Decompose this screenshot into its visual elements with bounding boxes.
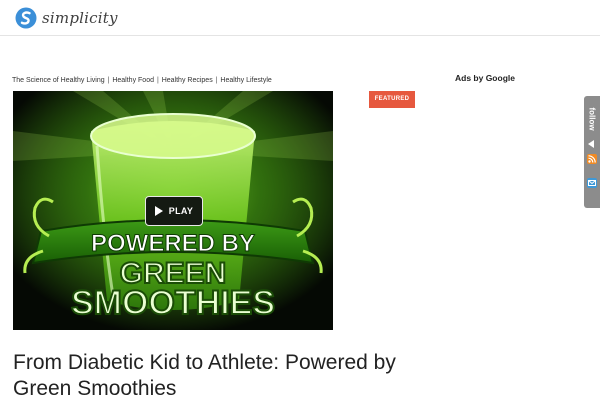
site-header: simplicity <box>0 0 600 36</box>
play-icon <box>154 206 163 216</box>
rss-icon[interactable] <box>587 154 597 164</box>
hero-text-line3: SMOOTHIES <box>71 284 275 322</box>
email-icon[interactable] <box>587 178 597 188</box>
follow-tab[interactable]: follow <box>584 96 600 208</box>
play-label: PLAY <box>168 206 194 216</box>
follow-label-wrap: follow <box>585 102 599 136</box>
logo-text: simplicity <box>42 9 118 27</box>
separator: | <box>215 77 218 84</box>
separator: | <box>107 77 110 84</box>
post-title[interactable]: From Diabetic Kid to Athlete: Powered by… <box>13 350 433 400</box>
logo-mark-icon <box>15 7 37 29</box>
follow-label: follow <box>587 107 597 131</box>
category-link-recipes[interactable]: Healthy Recipes <box>162 77 213 84</box>
hero-text-line1: POWERED BY <box>91 230 255 257</box>
featured-badge: FEATURED <box>369 91 415 108</box>
ads-heading: Ads by Google <box>455 73 515 83</box>
category-link-science[interactable]: The Science of Healthy Living <box>12 77 105 84</box>
separator: | <box>156 77 159 84</box>
arrow-left-icon <box>588 140 594 148</box>
category-link-lifestyle[interactable]: Healthy Lifestyle <box>220 77 271 84</box>
category-links: The Science of Healthy Living | Healthy … <box>12 77 272 84</box>
site-logo[interactable]: simplicity <box>15 7 118 29</box>
play-button[interactable]: PLAY <box>145 196 203 226</box>
category-link-food[interactable]: Healthy Food <box>112 77 154 84</box>
